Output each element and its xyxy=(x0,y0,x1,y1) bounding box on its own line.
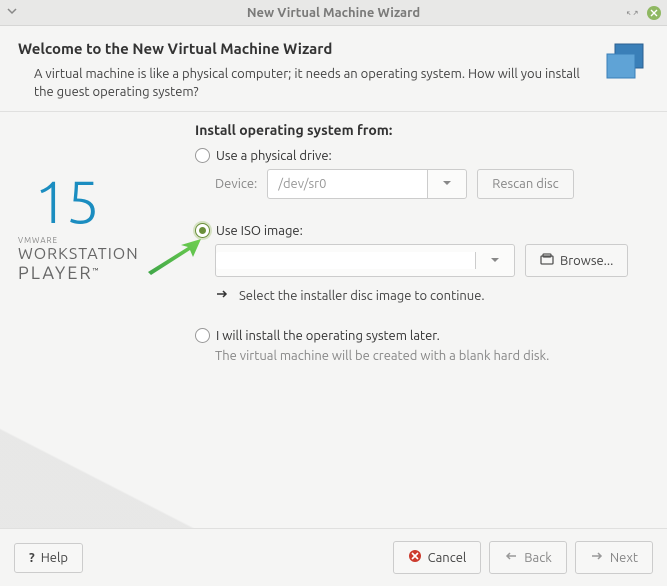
cancel-icon xyxy=(408,549,422,566)
option-iso-image: Use ISO image: Browse... xyxy=(195,223,649,304)
iso-hint: Select the installer disc image to conti… xyxy=(239,289,485,303)
trademark-icon: ™ xyxy=(93,267,99,276)
help-icon: ? xyxy=(29,551,35,565)
page-title: Welcome to the New Virtual Machine Wizar… xyxy=(18,40,585,57)
logo-product-line2: PLAYER xyxy=(18,263,93,283)
wizard-content: 15 VMWARE WORKSTATION PLAYER™ Install op… xyxy=(0,112,667,528)
option-physical-drive: Use a physical drive: Device: /dev/sr0 R… xyxy=(195,148,649,199)
radio-physical-label[interactable]: Use a physical drive: xyxy=(216,149,332,163)
arrow-right-icon xyxy=(590,549,604,566)
folder-icon xyxy=(540,252,554,269)
arrow-left-icon xyxy=(504,549,518,566)
rescan-disc-button[interactable]: Rescan disc xyxy=(477,169,573,199)
chevron-down-icon[interactable] xyxy=(476,247,514,275)
logo-version: 15 xyxy=(34,172,185,232)
radio-iso-image[interactable] xyxy=(195,223,210,238)
radio-iso-label[interactable]: Use ISO image: xyxy=(216,224,303,238)
logo-vendor: VMWARE xyxy=(18,236,185,245)
maximize-icon[interactable] xyxy=(625,6,639,20)
product-logo-panel: 15 VMWARE WORKSTATION PLAYER™ xyxy=(0,112,195,528)
iso-path-combo[interactable] xyxy=(215,244,515,277)
options-panel: Install operating system from: Use a phy… xyxy=(195,112,667,528)
decorative-triangle xyxy=(0,428,195,528)
radio-physical-drive[interactable] xyxy=(195,148,210,163)
device-combo[interactable]: /dev/sr0 xyxy=(267,169,467,199)
page-description: A virtual machine is like a physical com… xyxy=(34,65,585,101)
section-heading: Install operating system from: xyxy=(195,122,649,138)
radio-install-later[interactable] xyxy=(195,328,210,343)
browse-button[interactable]: Browse... xyxy=(525,244,628,277)
next-button[interactable]: Next xyxy=(575,541,653,574)
arrow-right-icon xyxy=(215,287,229,304)
back-button[interactable]: Back xyxy=(489,541,567,574)
close-icon[interactable] xyxy=(647,6,661,20)
vm-icon xyxy=(601,40,649,88)
window-title: New Virtual Machine Wizard xyxy=(0,6,667,20)
device-value: /dev/sr0 xyxy=(268,170,428,198)
device-label: Device: xyxy=(215,177,257,191)
cancel-button[interactable]: Cancel xyxy=(393,541,482,574)
iso-path-value[interactable] xyxy=(216,252,476,269)
window-menu-icon[interactable] xyxy=(6,5,18,20)
logo-product-line1: WORKSTATION xyxy=(18,245,185,263)
titlebar: New Virtual Machine Wizard xyxy=(0,0,667,26)
wizard-header: Welcome to the New Virtual Machine Wizar… xyxy=(0,26,667,112)
option-install-later: I will install the operating system late… xyxy=(195,328,649,363)
wizard-footer: ? Help Cancel Back Next xyxy=(0,528,667,586)
wizard-window: New Virtual Machine Wizard Welcome to th… xyxy=(0,0,667,586)
radio-later-label[interactable]: I will install the operating system late… xyxy=(216,329,440,343)
later-hint: The virtual machine will be created with… xyxy=(215,349,649,363)
chevron-down-icon[interactable] xyxy=(428,170,466,198)
help-button[interactable]: ? Help xyxy=(14,543,83,573)
